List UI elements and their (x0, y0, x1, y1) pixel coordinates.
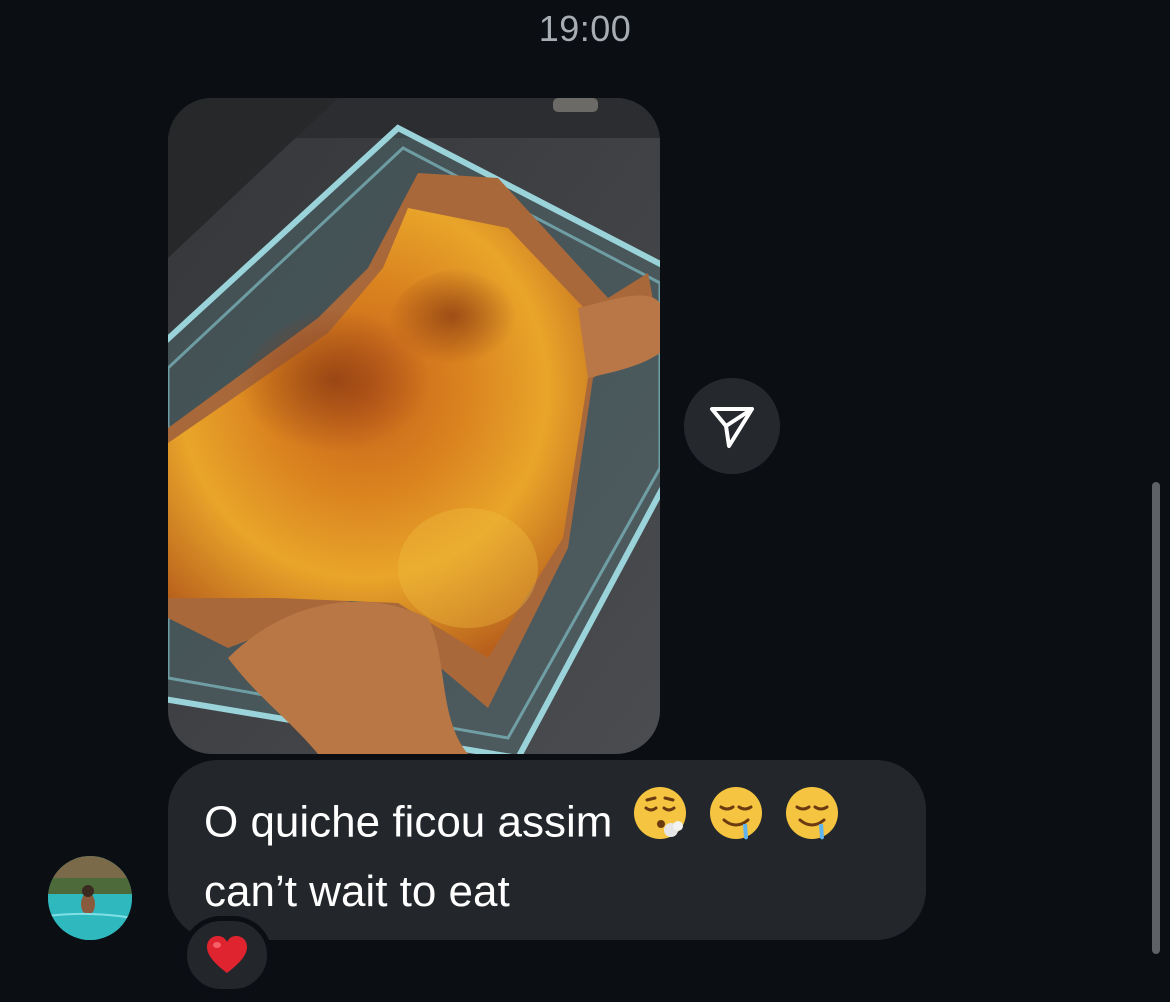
avatar-image (48, 856, 132, 940)
chat-screen: 19:00 O quiche ficou assim can’t wait to… (0, 0, 1170, 1002)
heart-reaction[interactable] (182, 916, 272, 994)
message-text-line-2: can’t wait to eat (204, 867, 510, 916)
message-timestamp: 19:00 (538, 8, 632, 49)
heart-emoji (207, 936, 247, 973)
message-text-line-1: O quiche ficou assim (204, 797, 613, 847)
quiche-photo (168, 98, 660, 754)
text-message-bubble[interactable]: O quiche ficou assim can’t wait to eat (168, 760, 926, 940)
exhale-face-emoji (631, 784, 689, 858)
paper-plane-icon (710, 407, 754, 448)
share-button[interactable] (684, 378, 780, 474)
scrollbar[interactable] (1152, 482, 1160, 954)
drooling-face-emoji (707, 784, 765, 858)
sender-avatar[interactable] (48, 856, 132, 940)
message-line-1: O quiche ficou assim (204, 787, 890, 862)
drooling-face-emoji (783, 784, 841, 858)
photo-message[interactable] (168, 98, 660, 754)
